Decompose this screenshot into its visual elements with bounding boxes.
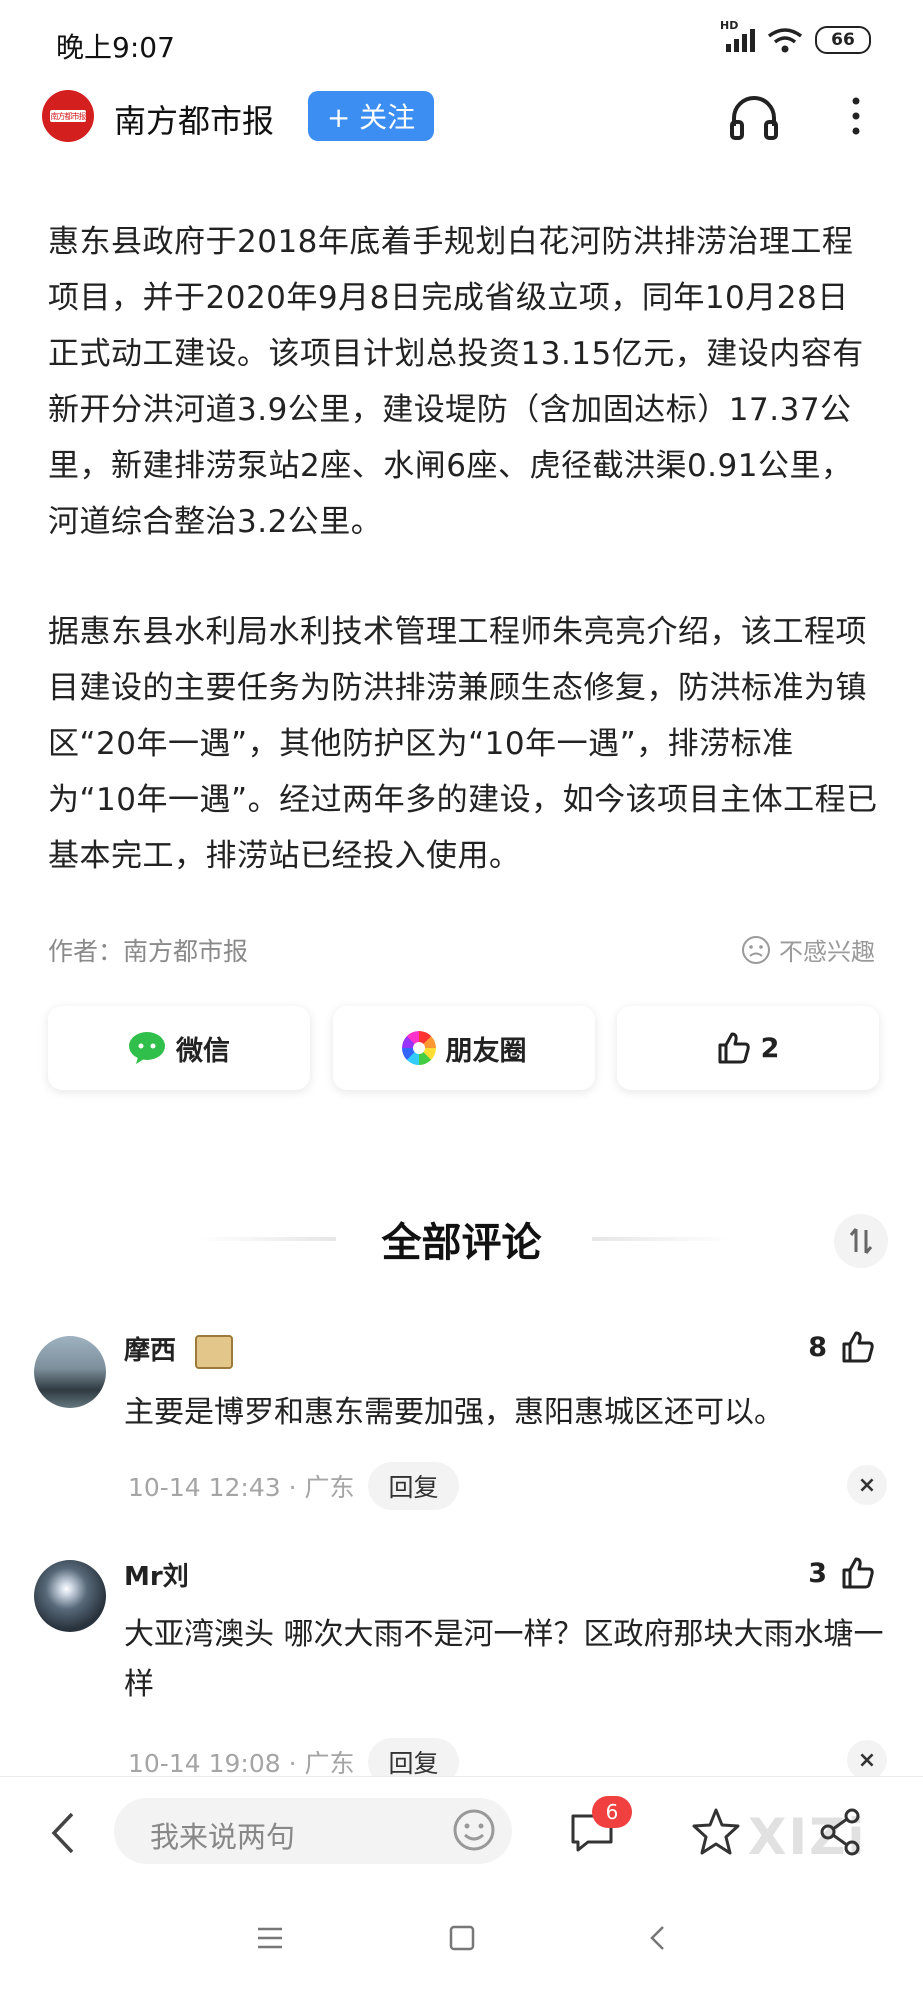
comment-user[interactable]: Mr刘 xyxy=(124,1556,189,1593)
share-wechat-button[interactable]: 微信 xyxy=(48,1006,310,1090)
thumbs-up-icon xyxy=(718,1032,750,1064)
avatar[interactable] xyxy=(34,1560,106,1632)
like-count: 2 xyxy=(760,1032,780,1064)
comment-meta: 10-14 12:43 · 广东 回复 xyxy=(128,1462,459,1510)
menu-icon[interactable] xyxy=(256,1924,284,1952)
thumbs-up-icon xyxy=(842,1557,874,1589)
follow-button[interactable]: + 关注 xyxy=(308,91,434,141)
comment-text: 大亚湾澳头 哪次大雨不是河一样？区政府那块大雨水塘一样 xyxy=(124,1617,884,1702)
reply-button[interactable]: 回复 xyxy=(368,1462,459,1510)
sort-button[interactable] xyxy=(834,1214,888,1268)
comment-input-placeholder: 我来说两句 xyxy=(150,1820,296,1854)
comment-time: 10-14 12:43 · 广东 xyxy=(128,1473,355,1502)
headphone-icon[interactable] xyxy=(728,92,780,140)
thumbs-up-icon xyxy=(842,1331,874,1363)
moments-icon xyxy=(401,1031,436,1065)
article-paragraph: 据惠东县水利局水利技术管理工程师朱亮亮介绍，该工程项目建设的主要任务为防洪排涝兼… xyxy=(48,614,878,874)
wifi-icon xyxy=(767,28,803,53)
comment-text: 主要是博罗和惠东需要加强，惠阳惠城区还可以。 xyxy=(124,1395,784,1430)
comment-username: Mr刘 xyxy=(124,1562,189,1592)
sort-icon xyxy=(849,1228,873,1254)
comment-username: 摩西 xyxy=(124,1336,177,1366)
author-line: 作者：南方都市报 xyxy=(48,937,249,966)
share-icon[interactable] xyxy=(814,1806,866,1858)
status-bar: 晚上9:07 HD 66 xyxy=(0,0,923,84)
comment-like-button[interactable]: 8 xyxy=(808,1330,875,1364)
dismiss-comment-button[interactable]: × xyxy=(847,1465,887,1505)
star-icon[interactable] xyxy=(690,1806,742,1858)
back-nav-icon[interactable] xyxy=(644,1924,672,1952)
not-interested-button[interactable]: 不感兴趣 xyxy=(741,932,875,967)
comments-title: 全部评论 xyxy=(381,1220,542,1266)
source-logo[interactable]: 南方都市报 xyxy=(42,90,94,142)
comment-count-badge: 6 xyxy=(592,1796,632,1828)
comment-user[interactable]: 摩西 xyxy=(124,1330,234,1369)
like-button[interactable]: 2 xyxy=(617,1006,879,1090)
status-icons: HD 66 xyxy=(720,19,871,54)
comment-time: 10-14 19:08 · 广东 xyxy=(128,1749,355,1778)
avatar[interactable] xyxy=(34,1336,106,1408)
sad-face-icon xyxy=(742,935,770,964)
comment-like-count: 8 xyxy=(808,1331,827,1363)
comment-like-button[interactable]: 3 xyxy=(808,1556,875,1590)
back-icon[interactable] xyxy=(46,1808,80,1858)
network-label: HD xyxy=(720,18,739,32)
emoji-icon[interactable] xyxy=(452,1808,496,1852)
share-moments-button[interactable]: 朋友圈 xyxy=(333,1006,595,1090)
signal-icon: HD xyxy=(720,19,755,52)
not-interested-label: 不感兴趣 xyxy=(779,938,875,966)
share-wechat-label: 微信 xyxy=(176,1035,230,1067)
status-time: 晚上9:07 xyxy=(56,31,175,64)
more-options-icon[interactable] xyxy=(848,96,864,136)
system-nav-bar xyxy=(0,1888,923,2000)
user-badge-icon xyxy=(195,1334,234,1369)
battery-icon: 66 xyxy=(815,26,871,54)
home-icon[interactable] xyxy=(448,1924,476,1952)
logo-text: 南方都市报 xyxy=(50,110,87,122)
source-name[interactable]: 南方都市报 xyxy=(114,96,274,142)
article-paragraph: 惠东县政府于2018年底着手规划白花河防洪排涝治理工程项目，并于2020年9月8… xyxy=(48,224,864,540)
dismiss-comment-button[interactable]: × xyxy=(847,1740,887,1780)
wechat-icon xyxy=(129,1032,165,1064)
divider xyxy=(592,1237,732,1241)
share-moments-label: 朋友圈 xyxy=(445,1035,527,1067)
comment-like-count: 3 xyxy=(808,1557,827,1589)
